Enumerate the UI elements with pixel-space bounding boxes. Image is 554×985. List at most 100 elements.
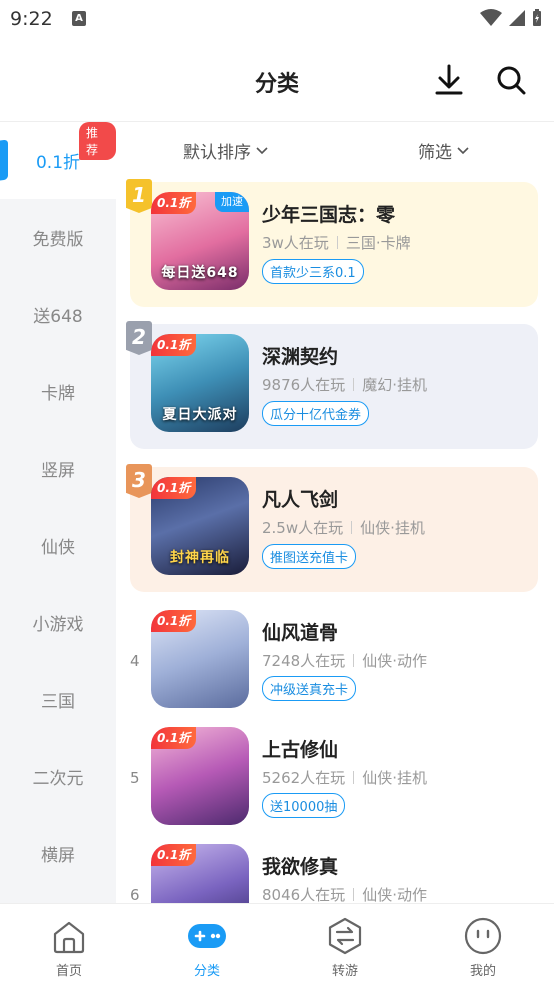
sort-dropdown[interactable]: 默认排序 (183, 138, 269, 163)
filter-dropdown[interactable]: 筛选 (418, 138, 470, 163)
tab-label: 分类 (193, 964, 220, 979)
game-row[interactable]: 5 0.1折 上古修仙 5262人在玩 仙侠·挂机 送10000抽 (116, 725, 554, 842)
game-genre: 仙侠·挂机 (360, 519, 425, 537)
sidebar-item-minigame[interactable]: 小游戏 (0, 584, 116, 661)
promo-tag: 首款少三系0.1 (262, 259, 364, 284)
player-count: 9876人在玩 (262, 376, 346, 394)
game-genre: 仙侠·挂机 (362, 769, 427, 787)
filter-bar: 默认排序 筛选 (116, 122, 554, 178)
game-card[interactable]: 2 0.1折 夏日大派对 深渊契约 9876人在玩 魔幻·挂机 瓜分十亿代金券 (126, 321, 538, 449)
search-icon (497, 66, 526, 95)
home-icon (53, 921, 85, 954)
download-button[interactable] (431, 62, 467, 98)
game-icon: 0.1折 封神再临 (151, 477, 249, 575)
tab-transfer[interactable]: 转游 (276, 904, 414, 985)
rank-badge-gold: 1 (126, 179, 152, 213)
battery-icon (533, 9, 541, 26)
player-count: 5262人在玩 (262, 769, 346, 787)
signal-icon (509, 10, 525, 26)
promo-tag: 瓜分十亿代金券 (262, 401, 370, 426)
sidebar-item-label: 二次元 (32, 769, 84, 789)
status-bar: 9:22 A (0, 0, 554, 38)
tab-category[interactable]: 分类 (138, 904, 276, 985)
bottom-tab-bar: 首页 分类 转游 我的 (0, 903, 554, 985)
sidebar-item-label: 仙侠 (41, 538, 75, 558)
gamepad-icon (188, 924, 226, 948)
sidebar-item-label: 三国 (41, 692, 75, 712)
game-genre: 三国·卡牌 (345, 234, 411, 252)
discount-tag: 0.1折 (151, 192, 197, 214)
promo-tag: 送10000抽 (262, 793, 346, 818)
tab-home[interactable]: 首页 (0, 904, 138, 985)
sidebar-item-648[interactable]: 送648 (0, 276, 116, 353)
promo-tag: 推图送充值卡 (262, 544, 357, 569)
player-count: 8046人在玩 (262, 886, 346, 903)
game-row[interactable]: 4 0.1折 仙风道骨 7248人在玩 仙侠·动作 冲级送真充卡 (116, 608, 554, 725)
profile-icon (464, 917, 502, 955)
sidebar-item-card[interactable]: 卡牌 (0, 353, 116, 430)
rank-badge-bronze: 3 (126, 464, 152, 498)
wifi-icon (480, 9, 502, 26)
sidebar-item-label: 0.1折 (35, 153, 81, 173)
sidebar-item-sanguo[interactable]: 三国 (0, 661, 116, 738)
icon-caption: 封神再临 (170, 550, 230, 566)
rank-badge-silver: 2 (126, 321, 152, 355)
game-icon: 0.1折 (151, 727, 249, 825)
notification-icon: A (72, 11, 86, 26)
game-genre: 魔幻·挂机 (362, 376, 427, 394)
game-icon: 0.1折 (151, 844, 249, 903)
filter-label: 筛选 (418, 143, 452, 163)
category-sidebar: 0.1折 推荐 免费版 送648 卡牌 竖屏 仙侠 小游戏 三国 二次元 横屏 (0, 122, 116, 903)
sidebar-item-label: 小游戏 (32, 615, 84, 635)
rank-number: 4 (130, 652, 140, 670)
player-count: 3w人在玩 (262, 234, 329, 252)
game-row[interactable]: 6 0.1折 我欲修真 8046人在玩 仙侠·动作 (116, 842, 554, 903)
game-name: 上古修仙 (262, 739, 339, 761)
active-indicator (0, 139, 8, 181)
sidebar-item-discount[interactable]: 0.1折 推荐 (0, 122, 116, 199)
tab-me[interactable]: 我的 (414, 904, 552, 985)
sidebar-item-portrait[interactable]: 竖屏 (0, 430, 116, 507)
sidebar-item-label: 免费版 (32, 230, 84, 250)
status-time: 9:22 (10, 8, 53, 30)
chevron-down-icon (457, 146, 469, 154)
search-button[interactable] (493, 62, 529, 98)
game-name: 仙风道骨 (262, 622, 339, 644)
game-card[interactable]: 1 0.1折 加速 每日送648 少年三国志：零 3w人在玩 三国·卡牌 首款少三… (126, 179, 538, 307)
discount-tag: 0.1折 (151, 334, 197, 356)
icon-caption: 每日送648 (161, 265, 239, 281)
game-icon: 0.1折 夏日大派对 (151, 334, 249, 432)
download-icon (435, 64, 463, 95)
game-meta: 3w人在玩 三国·卡牌 (262, 232, 411, 253)
tab-label: 我的 (469, 964, 496, 979)
tab-label: 转游 (331, 964, 358, 979)
discount-tag: 0.1折 (151, 727, 197, 749)
recommend-badge: 推荐 (79, 122, 116, 160)
game-icon: 0.1折 加速 每日送648 (151, 192, 249, 290)
speed-tag: 加速 (215, 192, 249, 212)
tab-label: 首页 (55, 964, 82, 979)
icon-caption: 夏日大派对 (162, 407, 238, 423)
sidebar-item-anime[interactable]: 二次元 (0, 738, 116, 815)
promo-tag: 冲级送真充卡 (262, 676, 357, 701)
game-name: 凡人飞剑 (262, 489, 339, 511)
game-meta: 7248人在玩 仙侠·动作 (262, 650, 427, 671)
game-card[interactable]: 3 0.1折 封神再临 凡人飞剑 2.5w人在玩 仙侠·挂机 推图送充值卡 (126, 464, 538, 592)
sidebar-item-xianxia[interactable]: 仙侠 (0, 507, 116, 584)
game-meta: 9876人在玩 魔幻·挂机 (262, 374, 427, 395)
game-name: 少年三国志：零 (262, 204, 396, 226)
game-name: 深渊契约 (262, 346, 339, 368)
game-list: 1 0.1折 加速 每日送648 少年三国志：零 3w人在玩 三国·卡牌 首款少三… (116, 178, 554, 903)
player-count: 2.5w人在玩 (262, 519, 344, 537)
sidebar-item-label: 竖屏 (41, 461, 75, 481)
transfer-icon (328, 917, 362, 955)
sidebar-item-free[interactable]: 免费版 (0, 199, 116, 276)
discount-tag: 0.1折 (151, 844, 197, 866)
discount-tag: 0.1折 (151, 477, 197, 499)
sidebar-item-landscape[interactable]: 横屏 (0, 815, 116, 892)
sidebar-item-label: 横屏 (41, 846, 75, 866)
sidebar-item-label: 卡牌 (41, 384, 75, 404)
game-meta: 2.5w人在玩 仙侠·挂机 (262, 517, 425, 538)
game-icon: 0.1折 (151, 610, 249, 708)
rank-number: 6 (130, 886, 140, 903)
